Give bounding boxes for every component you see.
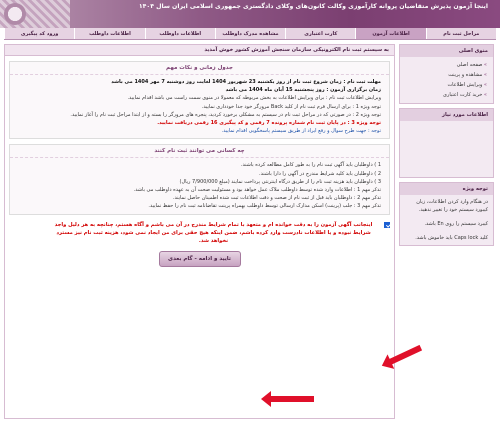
- agreement-checkbox[interactable]: [384, 221, 390, 228]
- banner-title: اینجا آزمون پذیرش متقاضیان پروانه کارآمو…: [138, 3, 488, 10]
- schedule-line: زمان برگزاری آزمون : روز پنجشنبه 15 آبان…: [225, 87, 381, 94]
- schedule-line[interactable]: توجه : جهت طرح سوال و رفع ایراد از طریق …: [18, 127, 381, 135]
- main-menu-box: منوی اصلی صفحه اصلی مشاهده و پرینت ویرای…: [399, 44, 494, 104]
- note-caps-lock: کلید Caps lock باید خاموش باشد.: [415, 235, 488, 241]
- nav-exam-info[interactable]: اطلاعات آزمون: [355, 28, 426, 39]
- nav-applicant-info-2[interactable]: اطلاعات داوطلب: [74, 28, 144, 39]
- nav-applicant-info[interactable]: اطلاعات داوطلب: [144, 28, 215, 39]
- header-banner: اینجا آزمون پذیرش متقاضیان پروانه کارآمو…: [0, 0, 500, 28]
- schedule-section: جدول زمانی و نکات مهم مهلت ثبت نام : زما…: [9, 61, 390, 140]
- main-content: به سیستم ثبت نام الکترونیکی سازمان سنجش …: [4, 44, 395, 419]
- emblem-logo: [4, 3, 26, 25]
- main-menu-list: صفحه اصلی مشاهده و پرینت ویرایش اطلاعات …: [400, 57, 493, 103]
- nav-view-documents[interactable]: مشاهده مدرک داوطلب: [214, 28, 285, 39]
- required-info-title: اطلاعات مورد نیاز: [400, 109, 493, 121]
- sidebar: منوی اصلی صفحه اصلی مشاهده و پرینت ویرای…: [399, 44, 494, 250]
- agreement-row: اینجانب آگهی آزمون را به دقت خوانده ام و…: [9, 221, 390, 245]
- menu-item-view-print[interactable]: مشاهده و پرینت: [406, 70, 487, 80]
- schedule-body: مهلت ثبت نام : زمان شروع ثبت نام از روز …: [10, 75, 389, 138]
- eligibility-line: تذکر مهم 3 : جلب (پرینت) اسکن مدارک ارسا…: [148, 203, 381, 210]
- eligibility-line: 3 ) داوطلبان باید هزینه ثبت نام را از طر…: [179, 178, 381, 185]
- menu-item-buy-card[interactable]: خرید کارت اعتباری: [406, 90, 487, 100]
- agreement-text: اینجانب آگهی آزمون را به دقت خوانده ام و…: [54, 221, 373, 244]
- note-keyboard-lang: در هنگام وارد کردن اطلاعات، زبان کیبورد …: [416, 199, 488, 213]
- eligibility-line: تذکر مهم 1 : اطلاعات وارد شده توسط داوطل…: [133, 187, 381, 194]
- schedule-title: جدول زمانی و نکات مهم: [10, 62, 389, 75]
- eligibility-line: 2 ) داوطلبان باید کلیه شرایط مندرج در آگ…: [258, 170, 381, 177]
- confirm-next-button[interactable]: تایید و ادامه - گام بعدی: [158, 250, 241, 267]
- note-keyboard-en: کیبرد سیستم را روی En باشد.: [424, 221, 488, 227]
- menu-item-edit[interactable]: ویرایش اطلاعات: [406, 80, 487, 90]
- eligibility-body: 1 ) داوطلبان باید آگهی ثبت نام را به طور…: [10, 158, 389, 213]
- nav-tracking-code[interactable]: ورود کد پیگیری: [4, 28, 74, 39]
- welcome-header: به سیستم ثبت نام الکترونیکی سازمان سنجش …: [5, 45, 394, 56]
- required-info-box: اطلاعات مورد نیاز: [399, 108, 494, 178]
- eligibility-title: چه کسانی می توانند ثبت نام کنند: [10, 145, 389, 159]
- menu-item-home[interactable]: صفحه اصلی: [406, 60, 487, 70]
- schedule-line: مهلت ثبت نام : زمان شروع ثبت نام از روز …: [111, 79, 381, 85]
- schedule-line: توجه ویژه 1 : برای ارسال فرم ثبت نام از …: [201, 103, 381, 110]
- special-note-title: توجه ویژه: [400, 183, 493, 195]
- special-note-box: توجه ویژه در هنگام وارد کردن اطلاعات، زب…: [399, 182, 494, 246]
- schedule-line: توجه ویژه 3 : در پایان ثبت نام شماره پرو…: [157, 120, 381, 127]
- eligibility-section: چه کسانی می توانند ثبت نام کنند 1 ) داوط…: [9, 144, 390, 215]
- top-navbar: مراحل ثبت نام اطلاعات آزمون کارت اعتباری…: [4, 28, 496, 40]
- eligibility-line: تذکر مهم 2 : داوطلبان باید قبل از ثبت نا…: [172, 195, 381, 202]
- annotation-arrow-icon: [261, 391, 314, 407]
- main-menu-title: منوی اصلی: [400, 45, 493, 57]
- button-row: تایید و ادامه - گام بعدی: [5, 250, 394, 267]
- schedule-line: ویرایش اطلاعات ثبت نام : برای ویرایش اطل…: [127, 95, 381, 102]
- nav-registration-steps[interactable]: مراحل ثبت نام: [425, 28, 496, 39]
- nav-credit-card[interactable]: کارت اعتباری: [285, 28, 355, 39]
- eligibility-line: 1 ) داوطلبان باید آگهی ثبت نام را به طور…: [240, 162, 381, 169]
- schedule-line: توجه ویژه 2 : در صورتی که در مراحل ثبت ن…: [70, 111, 381, 118]
